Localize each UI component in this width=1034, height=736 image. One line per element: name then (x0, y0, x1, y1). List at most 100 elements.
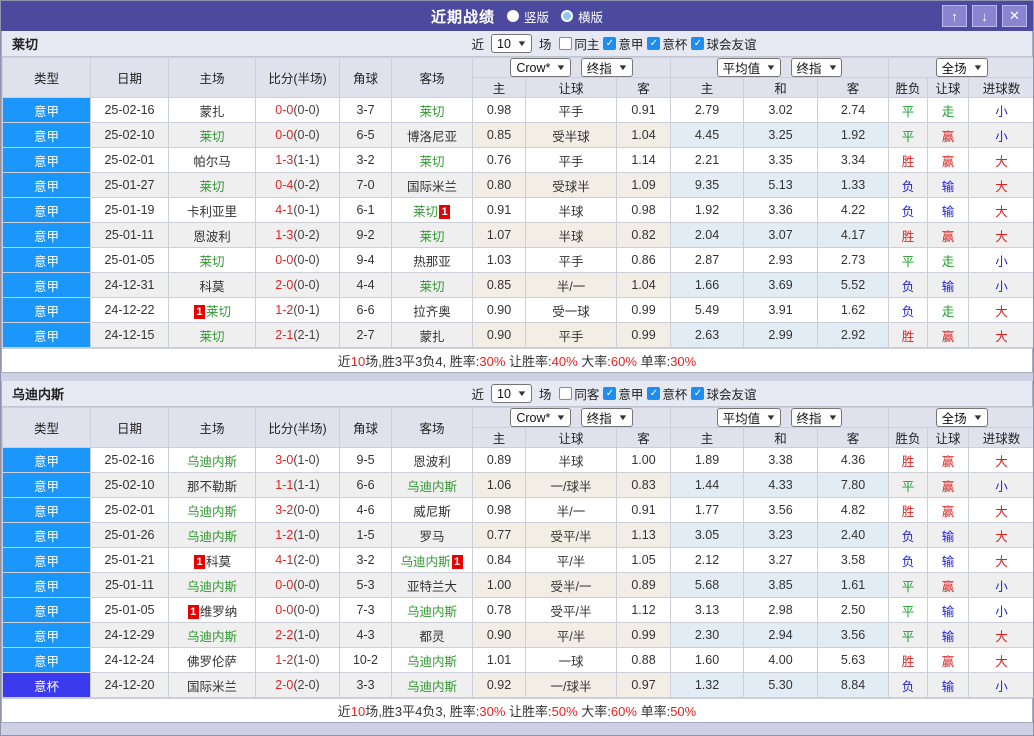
crow-select[interactable]: Crow* ▼ (510, 408, 572, 427)
away-team-cell: 乌迪内斯 (391, 597, 473, 623)
match-count-select[interactable]: 10 ▼ (491, 384, 532, 403)
handicap-cell: 受平/半 (525, 522, 617, 548)
handicap-cell: 受半/一 (525, 572, 617, 598)
home-team-cell: 恩波利 (168, 222, 256, 248)
league-filters: ✓ 意甲 ✓ 意杯 ✓ 球会友谊 (599, 34, 756, 53)
away-odds-cell: 0.98 (615, 197, 672, 223)
col-date: 日期 (90, 57, 169, 98)
full-match-select[interactable]: 全场 ▼ (935, 58, 988, 77)
final-odds-select[interactable]: 终指 ▼ (790, 58, 843, 77)
fulltime-score: 0-0 (275, 578, 294, 592)
avg-draw-cell: 3.27 (743, 547, 819, 573)
checkbox-checked-icon[interactable]: ✓ (603, 387, 617, 400)
avg-draw-cell: 3.23 (743, 522, 819, 548)
team-section: 乌迪内斯 近 10 ▼ 场 同客 ✓ 意甲 ✓ 意杯 ✓ 球会友谊 类型 日期 … (1, 381, 1033, 723)
league-cell: 意甲 (2, 297, 91, 323)
corners-cell: 1-5 (339, 522, 392, 548)
full-match-select[interactable]: 全场 ▼ (935, 408, 988, 427)
checkbox-unchecked-icon[interactable] (559, 387, 573, 400)
title-center: 近期战绩 竖版 横版 (1, 6, 1033, 27)
halftime-score: (2-0) (293, 678, 320, 692)
sub-col-away-odds: 客 (615, 77, 672, 98)
home-team-cell: 帕尔马 (168, 147, 256, 173)
home-team-name: 恩波利 (193, 229, 231, 244)
win-draw-loss-cell: 平 (888, 572, 929, 598)
avg-home-cell: 5.49 (670, 297, 745, 323)
home-team-cell: 乌迪内斯 (168, 622, 256, 648)
away-team-name: 莱切 (412, 204, 438, 219)
average-select[interactable]: 平均值 ▼ (716, 408, 782, 427)
avg-draw-cell: 2.98 (743, 597, 819, 623)
away-odds-cell: 1.04 (615, 272, 672, 298)
col-type: 类型 (2, 407, 91, 448)
arrow-down-icon: ↓ (981, 8, 988, 24)
away-team-name: 国际米兰 (406, 179, 457, 194)
checkbox-checked-icon[interactable]: ✓ (647, 37, 661, 50)
sub-col-away-odds: 客 (615, 427, 672, 448)
halftime-score: (0-0) (293, 503, 320, 517)
home-odds-cell: 1.01 (472, 647, 526, 673)
radio-selected-icon[interactable] (506, 10, 519, 22)
fulltime-score: 2-0 (275, 278, 294, 292)
home-team-name: 国际米兰 (186, 679, 237, 694)
away-odds-cell: 1.04 (615, 122, 672, 148)
match-count-select[interactable]: 10 ▼ (491, 34, 532, 53)
avg-draw-cell: 5.13 (743, 172, 819, 198)
league-filter-label: 意杯 (662, 388, 688, 402)
avg-away-cell: 3.34 (817, 147, 890, 173)
crow-select[interactable]: Crow* ▼ (510, 58, 572, 77)
league-cell: 意甲 (2, 647, 91, 673)
checkbox-checked-icon[interactable]: ✓ (691, 387, 705, 400)
final-odds-select[interactable]: 终指 ▼ (580, 408, 633, 427)
checkbox-checked-icon[interactable]: ✓ (647, 387, 661, 400)
league-cell: 意甲 (2, 122, 91, 148)
league-filter[interactable]: ✓ 意杯 (647, 34, 687, 53)
average-select[interactable]: 平均值 ▼ (716, 58, 782, 77)
league-filter[interactable]: ✓ 意杯 (647, 384, 687, 403)
win-draw-loss-cell: 胜 (888, 222, 929, 248)
final-odds-select[interactable]: 终指 ▼ (580, 58, 633, 77)
handicap-result-cell: 赢 (927, 497, 970, 523)
score-cell: 4-1(2-0) (255, 547, 340, 573)
checkbox-checked-icon[interactable]: ✓ (603, 37, 617, 50)
date-cell: 25-01-19 (90, 197, 169, 223)
league-filter[interactable]: ✓ 球会友谊 (691, 34, 756, 53)
same-venue-filter[interactable]: 同主 (559, 34, 599, 53)
fulltime-score: 1-3 (275, 153, 294, 167)
checkbox-unchecked-icon[interactable] (559, 37, 573, 50)
fulltime-score: 1-2 (275, 303, 294, 317)
filter-bar: 近 10 ▼ 场 同客 ✓ 意甲 ✓ 意杯 ✓ 球会友谊 (468, 384, 756, 403)
date-cell: 25-02-10 (90, 122, 169, 148)
halftime-score: (0-1) (293, 303, 320, 317)
home-team-name: 乌迪内斯 (186, 629, 237, 644)
fulltime-score: 1-2 (275, 653, 294, 667)
league-filter[interactable]: ✓ 球会友谊 (691, 384, 756, 403)
date-cell: 25-01-26 (90, 522, 169, 548)
move-down-button[interactable]: ↓ (972, 5, 997, 27)
handicap-result-cell: 输 (927, 197, 970, 223)
halftime-score: (2-0) (293, 553, 320, 567)
close-button[interactable]: ✕ (1002, 5, 1027, 27)
avg-away-cell: 4.82 (817, 497, 890, 523)
same-venue-filter[interactable]: 同客 (559, 384, 599, 403)
match-row: 意甲 24-12-29 乌迪内斯 2-2(1-0) 4-3 都灵 0.90 平/半 0.99 2.… (2, 622, 1033, 648)
league-filter[interactable]: ✓ 意甲 (603, 384, 643, 403)
away-odds-cell: 1.14 (615, 147, 672, 173)
checkbox-checked-icon[interactable]: ✓ (691, 37, 705, 50)
sub-col-goals: 进球数 (968, 427, 1033, 448)
avg-home-cell: 1.89 (670, 447, 745, 473)
score-cell: 2-0(2-0) (255, 672, 340, 698)
radio-vertical-option[interactable]: 竖版 (506, 7, 549, 26)
recent-results-window: 近期战绩 竖版 横版 ↑ ↓ ✕ 莱切 近 10 ▼ 场 同主 ✓ 意甲 ✓ 意… (0, 0, 1034, 736)
win-draw-loss-cell: 胜 (888, 497, 929, 523)
avg-draw-cell: 3.07 (743, 222, 819, 248)
league-filter[interactable]: ✓ 意甲 (603, 34, 643, 53)
final-odds-select[interactable]: 终指 ▼ (790, 408, 843, 427)
radio-horizontal-option[interactable]: 横版 (561, 7, 603, 26)
avg-away-cell: 2.74 (817, 97, 890, 123)
radio-unselected-icon[interactable] (561, 10, 573, 22)
move-up-button[interactable]: ↑ (942, 5, 967, 27)
home-odds-cell: 0.84 (472, 547, 526, 573)
goals-result-cell: 小 (968, 572, 1033, 598)
summary-segment: 近 (337, 354, 351, 369)
